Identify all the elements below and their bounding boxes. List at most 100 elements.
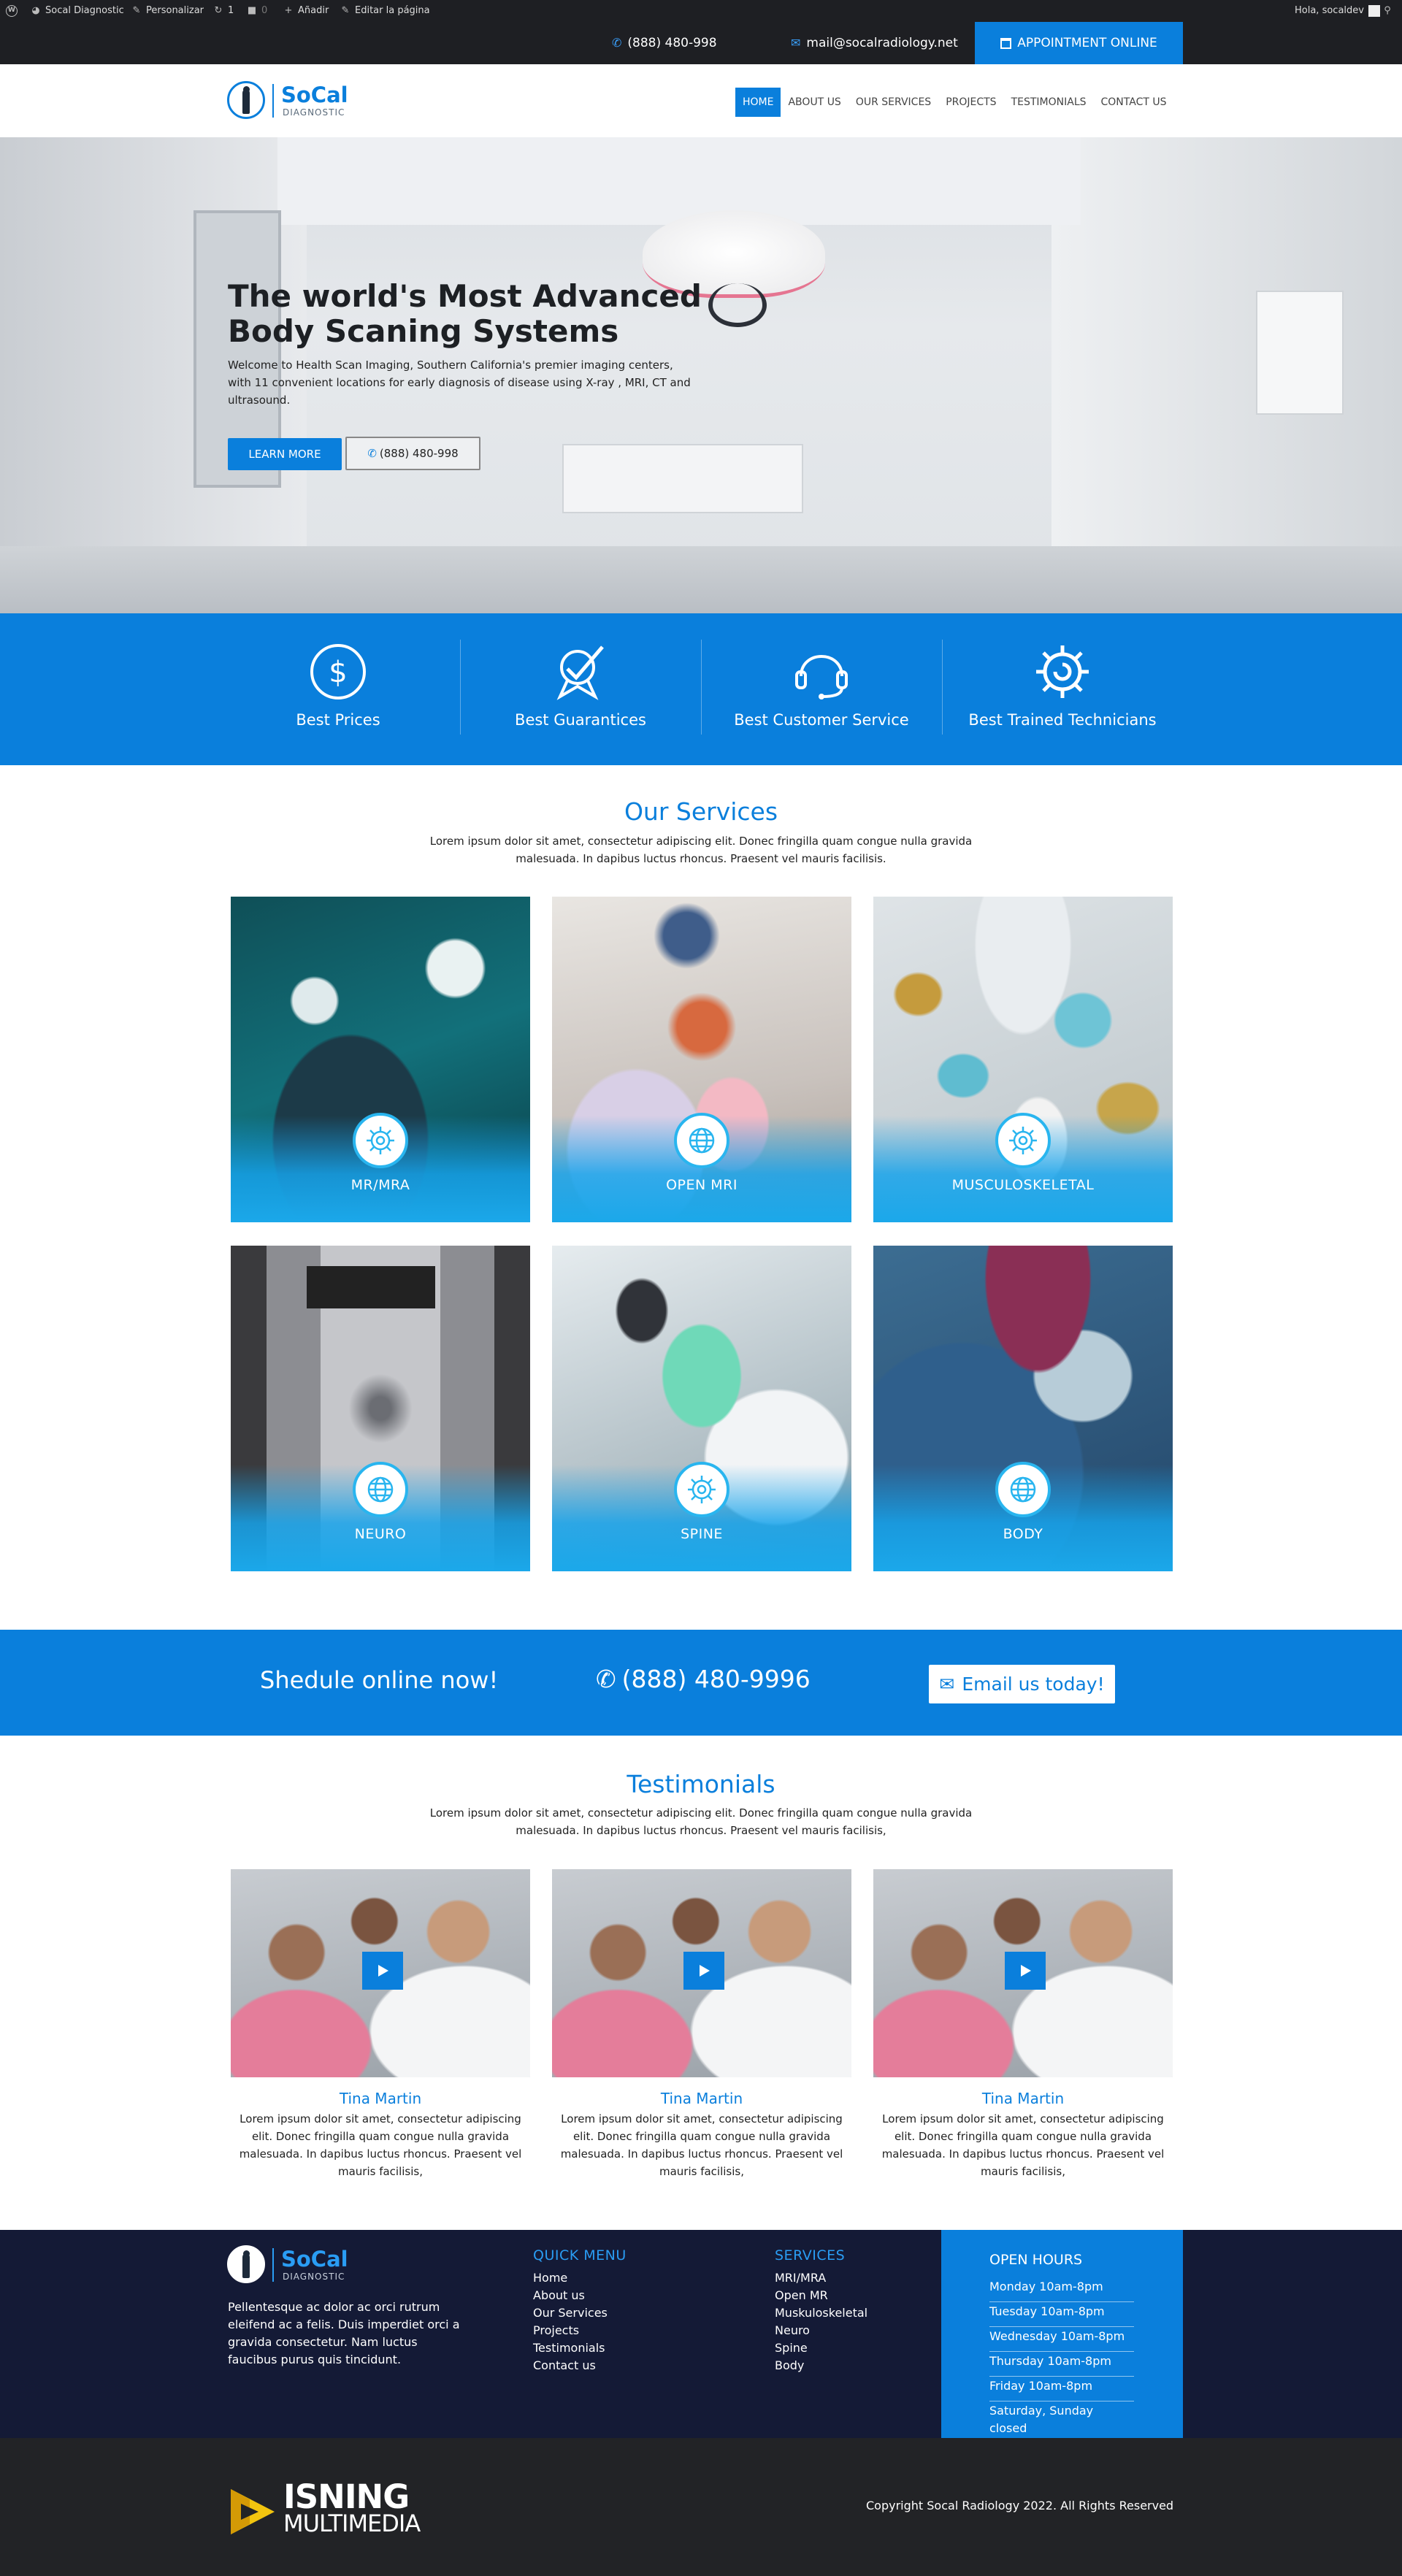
testimonial-name: Tina Martin xyxy=(339,2090,422,2107)
quick-menu-about[interactable]: About us xyxy=(533,2287,608,2304)
avatar xyxy=(1368,5,1380,17)
gear-icon xyxy=(353,1113,408,1168)
brand-line-2: MULTIMEDIA xyxy=(283,2510,421,2537)
comment-icon: ■ xyxy=(247,5,257,16)
nav-home[interactable]: HOME xyxy=(735,88,781,117)
testimonial-video-thumbnail[interactable] xyxy=(231,1869,530,2077)
logo-body-icon xyxy=(227,2245,265,2283)
testimonial-text: Lorem ipsum dolor sit amet, consectetur … xyxy=(239,2112,522,2178)
footer-logo-word: SoCal xyxy=(281,2247,348,2272)
admin-edit-page-link[interactable]: ✎ Editar la página xyxy=(340,0,430,22)
hero-text: Welcome to Health Scan Imaging, Southern… xyxy=(228,359,691,407)
admin-site-name: Socal Diagnostic xyxy=(45,5,124,16)
admin-updates-link[interactable]: ↻ 1 xyxy=(213,0,234,22)
envelope-icon: ✉ xyxy=(791,36,801,50)
copyright-text: Copyright Socal Radiology 2022. All Righ… xyxy=(866,2499,1174,2512)
play-button[interactable] xyxy=(362,1952,403,1990)
top-contact-bar: ✆ (888) 480-998 ✉ mail@socalradiology.ne… xyxy=(0,22,1402,64)
service-card-mr-mra[interactable]: MR/MRA xyxy=(231,897,530,1222)
topbar-email[interactable]: ✉ mail@socalradiology.net xyxy=(791,22,958,64)
email-us-label: Email us today! xyxy=(962,1674,1105,1695)
hours-row: Wednesday 10am-8pm xyxy=(989,2328,1134,2352)
appointment-button[interactable]: APPOINTMENT ONLINE xyxy=(975,22,1183,64)
footer-service-body[interactable]: Body xyxy=(775,2357,867,2374)
testimonial-name: Tina Martin xyxy=(981,2090,1065,2107)
footer-service-spine[interactable]: Spine xyxy=(775,2339,867,2357)
testimonial-name: Tina Martin xyxy=(660,2090,743,2107)
service-label: NEURO xyxy=(354,1526,407,1542)
hours-row: Monday 10am-8pm xyxy=(989,2278,1134,2302)
appointment-label: APPOINTMENT ONLINE xyxy=(1017,36,1157,50)
open-hours-box: OPEN HOURS Monday 10am-8pm Tuesday 10am-… xyxy=(941,2230,1183,2444)
service-label: OPEN MRI xyxy=(666,1177,738,1193)
nav-contact-us[interactable]: CONTACT US xyxy=(1094,88,1174,117)
site-footer xyxy=(0,2230,1402,2438)
admin-edit-page-label: Editar la página xyxy=(355,5,430,16)
play-icon xyxy=(378,1965,388,1977)
admin-greeting: Hola, socaldev xyxy=(1295,5,1364,16)
service-card-body[interactable]: BODY xyxy=(873,1246,1173,1571)
headset-icon xyxy=(795,655,848,699)
service-label: SPINE xyxy=(681,1526,723,1542)
schedule-text: Shedule online now! xyxy=(260,1666,499,1694)
globe-icon xyxy=(674,1113,729,1168)
dollar-icon: $ xyxy=(310,644,366,699)
footer-service-mri[interactable]: MRI/MRA xyxy=(775,2269,867,2287)
footer-about-text: Pellentesque ac dolor ac orci rutrum ele… xyxy=(228,2300,460,2366)
email-us-button[interactable]: ✉ Email us today! xyxy=(929,1665,1115,1703)
quick-menu-title: QUICK MENU xyxy=(533,2247,627,2263)
hours-row: Tuesday 10am-8pm xyxy=(989,2303,1134,2327)
schedule-phone[interactable]: ✆ (888) 480-9996 xyxy=(596,1665,811,1693)
quick-menu-services[interactable]: Our Services xyxy=(533,2304,608,2322)
features-band: $ Best Prices Best Guarantices Best Cust… xyxy=(0,613,1402,765)
topbar-phone[interactable]: ✆ (888) 480-998 xyxy=(612,22,717,64)
play-button[interactable] xyxy=(683,1952,724,1990)
service-label: MUSCULOSKELETAL xyxy=(951,1177,1095,1193)
nav-testimonials[interactable]: TESTIMONIALS xyxy=(1004,88,1094,117)
service-card-spine[interactable]: SPINE xyxy=(552,1246,851,1571)
learn-more-button[interactable]: LEARN MORE xyxy=(228,438,342,470)
quick-menu-contact[interactable]: Contact us xyxy=(533,2357,608,2374)
feature-label: Best Trained Technicians xyxy=(968,711,1157,729)
admin-search-button[interactable]: ⚲ xyxy=(1382,0,1393,22)
testimonials-title: Testimonials xyxy=(627,1770,775,1798)
footer-service-neuro[interactable]: Neuro xyxy=(775,2322,867,2339)
envelope-icon: ✉ xyxy=(939,1674,955,1695)
nav-projects[interactable]: PROJECTS xyxy=(938,88,1003,117)
nav-about-us[interactable]: ABOUT US xyxy=(781,88,848,117)
admin-customize-label: Personalizar xyxy=(146,5,204,16)
footer-service-muskuloskeletal[interactable]: Muskuloskeletal xyxy=(775,2304,867,2322)
services-subtitle: Lorem ipsum dolor sit amet, consectetur … xyxy=(429,835,973,865)
hero-phone-button[interactable]: ✆ (888) 480-998 xyxy=(345,437,480,470)
service-card-neuro[interactable]: NEURO xyxy=(231,1246,530,1571)
hours-row: Friday 10am-8pm xyxy=(989,2377,1134,2401)
admin-account-link[interactable]: Hola, socaldev xyxy=(1295,0,1380,22)
service-card-open-mri[interactable]: OPEN MRI xyxy=(552,897,851,1222)
admin-site-link[interactable]: ◕ Socal Diagnostic xyxy=(31,0,124,22)
admin-add-new-link[interactable]: + Añadir xyxy=(283,0,329,22)
feature-label: Best Customer Service xyxy=(734,711,909,729)
gear-icon xyxy=(674,1462,729,1517)
nav-our-services[interactable]: OUR SERVICES xyxy=(849,88,938,117)
quick-menu-testimonials[interactable]: Testimonials xyxy=(533,2339,608,2357)
testimonial-video-thumbnail[interactable] xyxy=(552,1869,851,2077)
pencil-icon: ✎ xyxy=(341,5,350,16)
update-icon: ↻ xyxy=(214,5,223,16)
footer-service-open-mr[interactable]: Open MR xyxy=(775,2287,867,2304)
feature-best-guarantices: Best Guarantices xyxy=(460,613,701,765)
quick-menu-list: Home About us Our Services Projects Test… xyxy=(533,2269,608,2374)
brush-icon: ✎ xyxy=(132,5,141,16)
globe-icon xyxy=(995,1462,1051,1517)
service-card-musculoskeletal[interactable]: MUSCULOSKELETAL xyxy=(873,897,1173,1222)
testimonial-video-thumbnail[interactable] xyxy=(873,1869,1173,2077)
wordpress-logo[interactable]: W xyxy=(6,0,18,22)
admin-customize-link[interactable]: ✎ Personalizar xyxy=(131,0,204,22)
testimonial-text: Lorem ipsum dolor sit amet, consectetur … xyxy=(560,2112,843,2178)
admin-comments-link[interactable]: ■ 0 xyxy=(247,0,267,22)
quick-menu-home[interactable]: Home xyxy=(533,2269,608,2287)
gear-icon xyxy=(995,1113,1051,1168)
feature-best-trained-technicians: Best Trained Technicians xyxy=(942,613,1183,765)
hero-title: The world's Most Advanced Body Scaning S… xyxy=(228,278,702,349)
quick-menu-projects[interactable]: Projects xyxy=(533,2322,608,2339)
play-button[interactable] xyxy=(1005,1952,1046,1990)
